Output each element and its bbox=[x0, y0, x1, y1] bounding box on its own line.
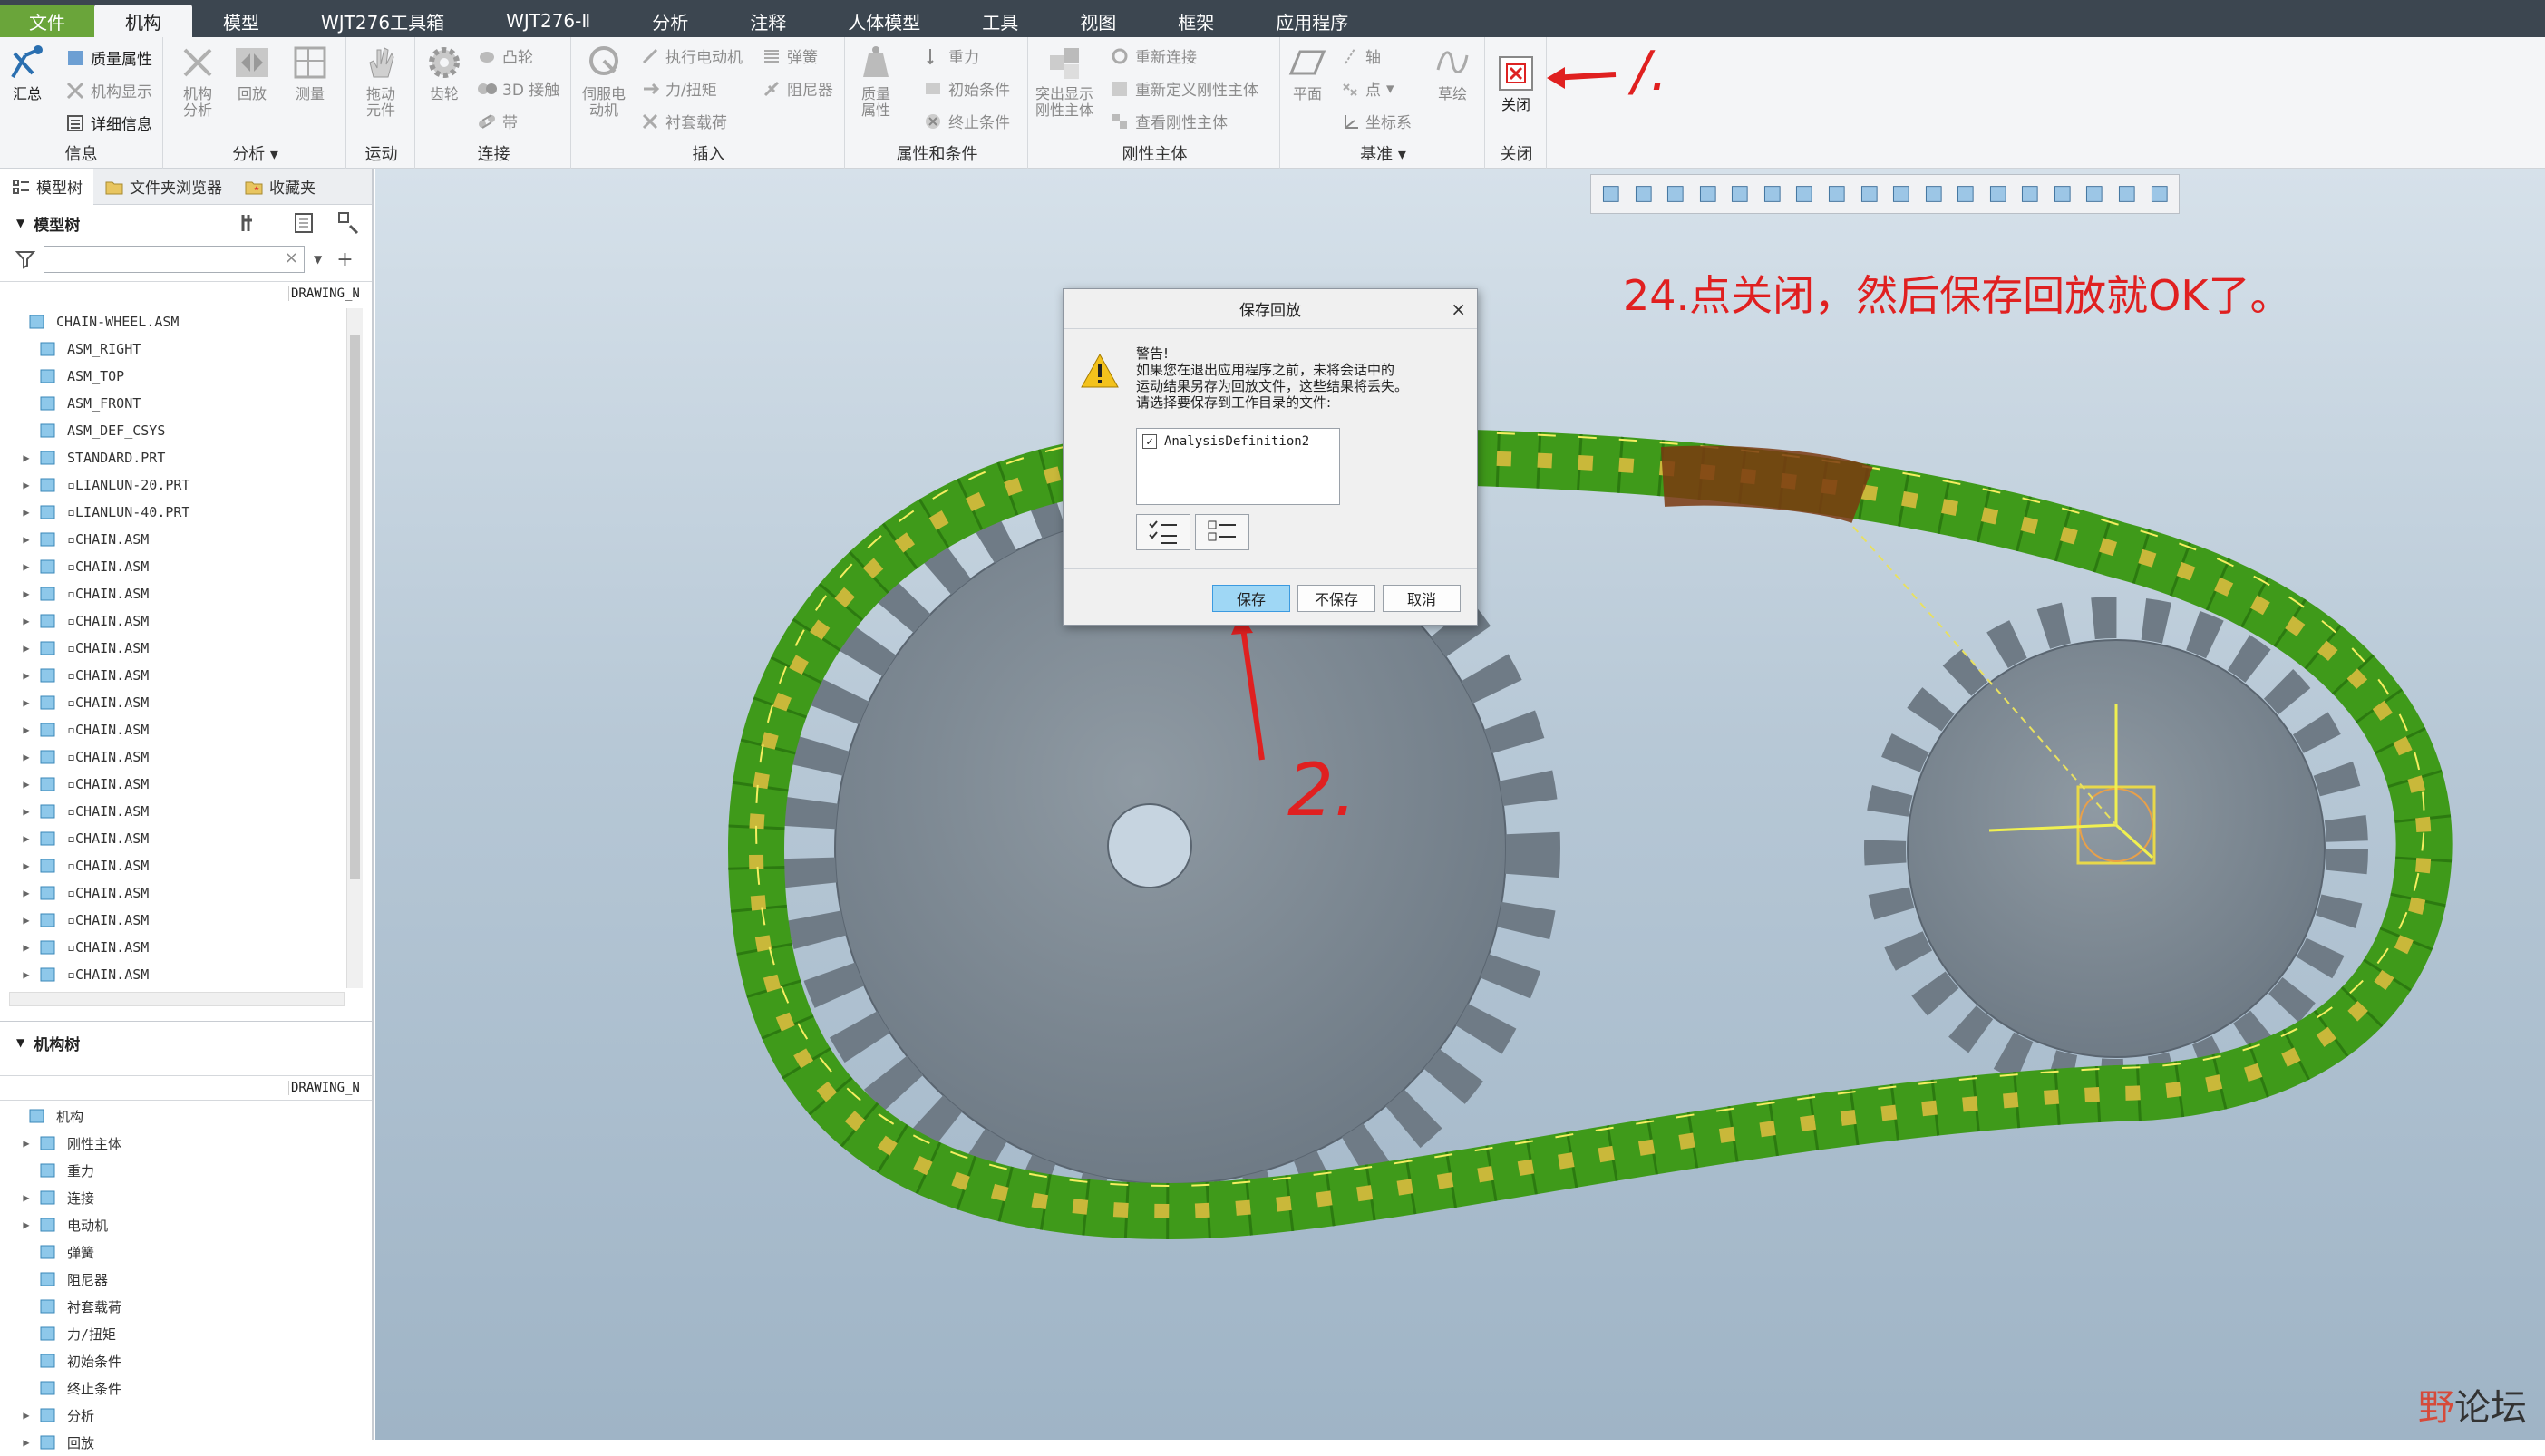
item-checkbox[interactable]: ✓ bbox=[1142, 434, 1157, 449]
deselect-all-icon bbox=[1196, 515, 1248, 549]
playback-file-list: ✓ AnalysisDefinition2 bbox=[1136, 428, 1340, 505]
save-button[interactable]: 保存 bbox=[1212, 585, 1290, 612]
dont-save-button[interactable]: 不保存 bbox=[1297, 585, 1375, 612]
dialog-titlebar: 保存回放 × bbox=[1064, 289, 1477, 329]
dialog-close-button[interactable]: × bbox=[1451, 298, 1466, 320]
select-all-icon bbox=[1137, 515, 1190, 549]
warning-icon bbox=[1080, 353, 1120, 389]
select-all-button[interactable] bbox=[1136, 514, 1190, 550]
annotation-arrows bbox=[0, 0, 2545, 1440]
arrow-to-close-head bbox=[1547, 67, 1565, 89]
list-item[interactable]: ✓ AnalysisDefinition2 bbox=[1137, 429, 1339, 454]
dialog-title: 保存回放 bbox=[1239, 297, 1301, 320]
save-playback-dialog: 保存回放 × 警告! 如果您在退出应用程序之前，未将会话中的 运动结果另存为回放… bbox=[1063, 288, 1478, 626]
cancel-button[interactable]: 取消 bbox=[1383, 585, 1461, 612]
warning-message: 警告! 如果您在退出应用程序之前，未将会话中的 运动结果另存为回放文件，这些结果… bbox=[1136, 345, 1472, 411]
arrow-to-save bbox=[1242, 622, 1262, 760]
deselect-all-button[interactable] bbox=[1195, 514, 1249, 550]
forum-watermark: 野论坛 bbox=[2418, 1378, 2527, 1431]
